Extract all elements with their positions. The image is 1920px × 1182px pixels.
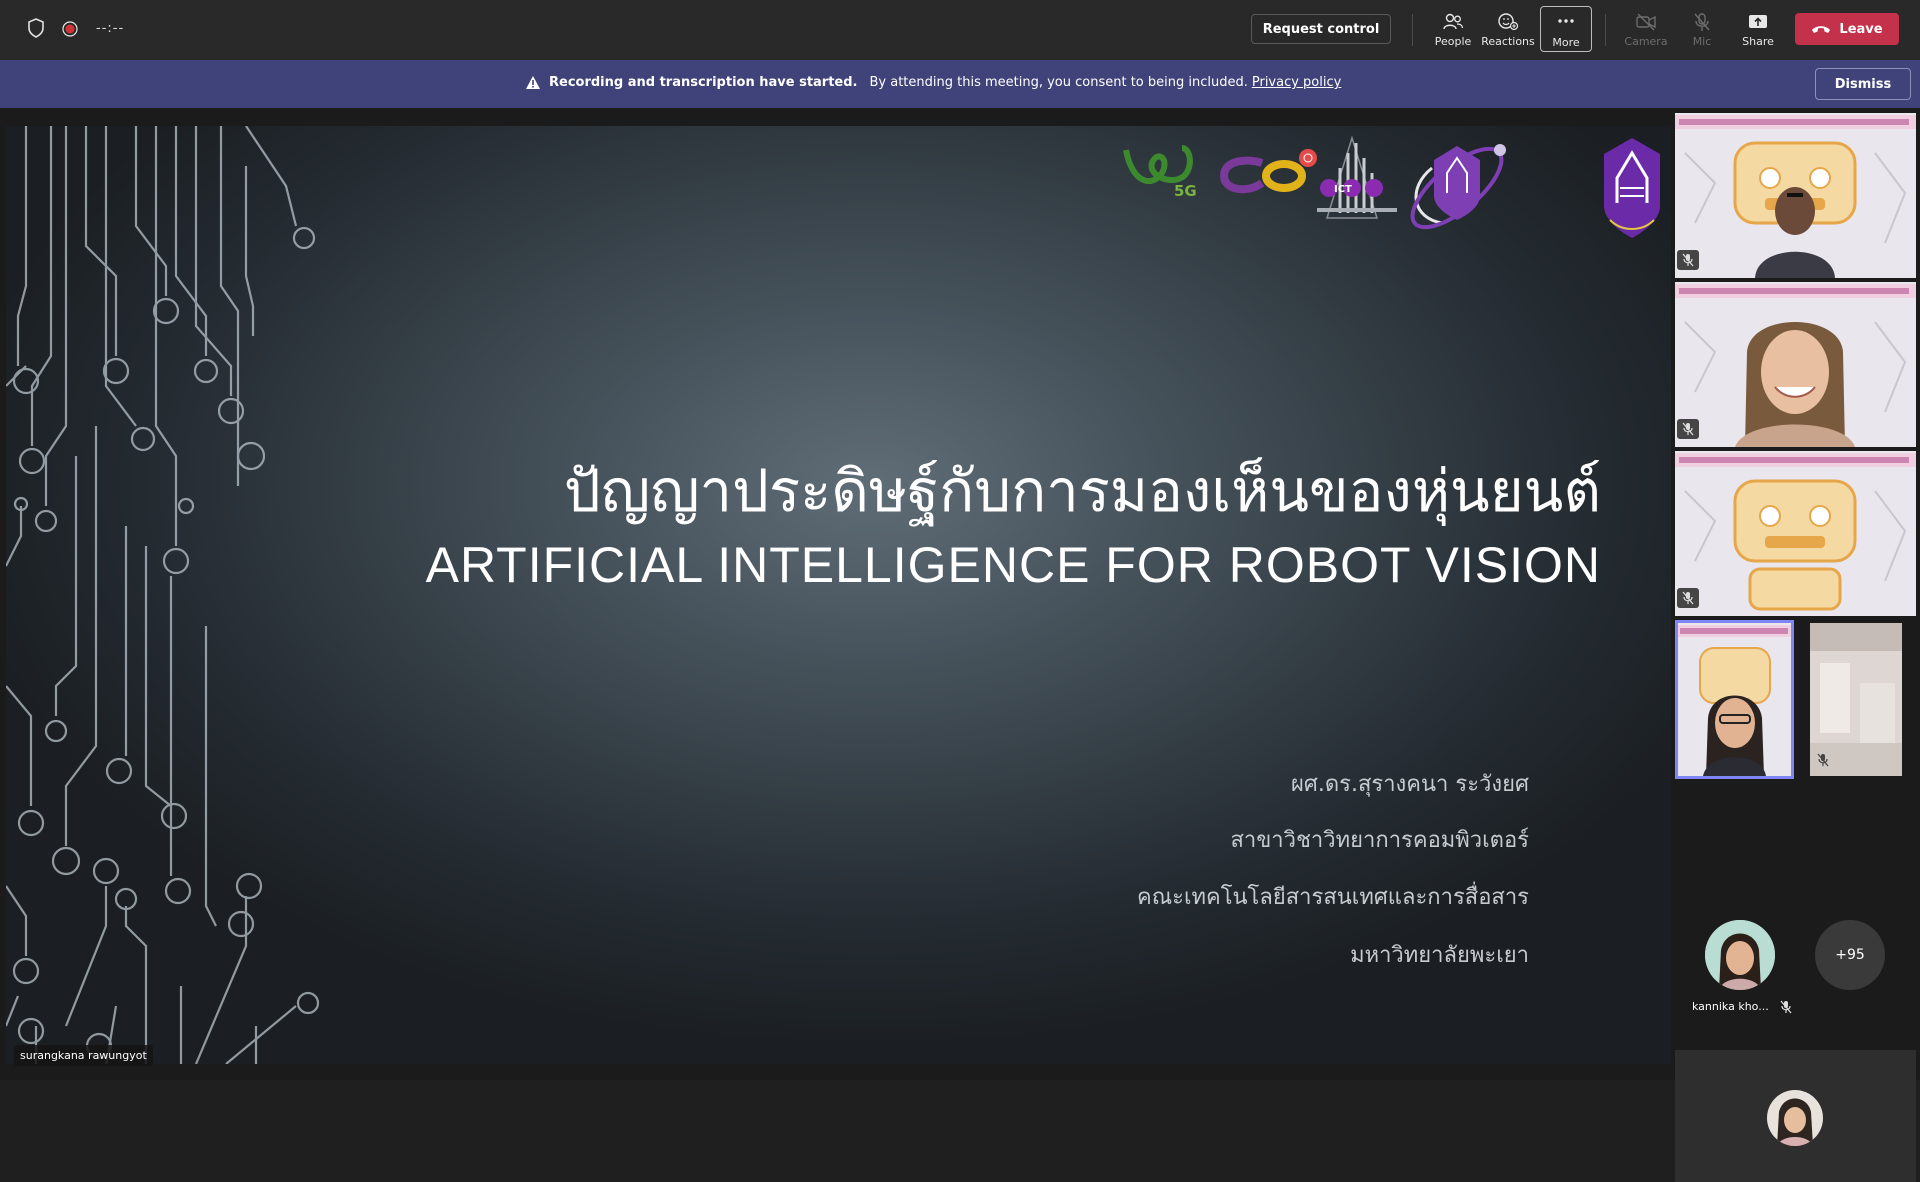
- meeting-stage: 5G ICT ปัญญาประดิษฐ์กับการมองเห็นของหุ่น…: [0, 108, 1920, 1182]
- more-participants-button[interactable]: +95: [1815, 920, 1885, 990]
- 5g-logo-text: 5G: [1174, 182, 1197, 200]
- university-logo-orbit: [1410, 144, 1506, 230]
- ict-logo-text: ICT: [1334, 184, 1352, 195]
- muted-mic-icon: [1677, 250, 1699, 270]
- camera-button[interactable]: Camera: [1620, 6, 1672, 52]
- slide-title-thai: ปัญญาประดิษฐ์กับการมองเห็นของหุ่นยนต์: [563, 457, 1601, 525]
- share-label: Share: [1742, 35, 1774, 48]
- people-label: People: [1434, 35, 1472, 48]
- more-label: More: [1552, 36, 1580, 49]
- ellipsis-icon: [1558, 19, 1574, 23]
- warning-icon: [526, 76, 540, 89]
- people-button[interactable]: People: [1427, 6, 1479, 52]
- meeting-toolbar: --:-- Request control People Reactions M…: [0, 0, 1920, 60]
- mic-button[interactable]: Mic: [1676, 6, 1728, 52]
- slide-author: ผศ.ดร.สุรางคนา ระวังยศ: [1291, 772, 1529, 797]
- self-avatar: [1767, 1090, 1823, 1146]
- share-icon: [1749, 15, 1767, 28]
- toolbar-divider: [1605, 14, 1606, 46]
- participant-video-feed: [1675, 282, 1916, 447]
- people-icon: [1443, 13, 1464, 30]
- hang-up-icon: [1812, 26, 1831, 33]
- camera-off-icon: [1636, 13, 1656, 31]
- toolbar-divider: [1412, 14, 1413, 46]
- recording-message: Recording and transcription have started…: [525, 75, 1341, 90]
- recording-indicator-icon: [62, 21, 78, 41]
- leave-button[interactable]: Leave: [1795, 13, 1899, 45]
- attendee-name-label: kannika kho...: [1692, 1000, 1792, 1014]
- ict-logo: ICT: [1317, 135, 1397, 219]
- participant-video-tile[interactable]: [1810, 623, 1902, 776]
- camera-label: Camera: [1624, 35, 1668, 48]
- more-button[interactable]: More: [1540, 6, 1592, 52]
- participant-video-feed: [1678, 623, 1791, 776]
- meeting-timer: --:--: [96, 21, 125, 36]
- mic-label: Mic: [1692, 35, 1712, 48]
- attendee-avatar[interactable]: [1705, 920, 1775, 990]
- muted-mic-icon: [1780, 1000, 1792, 1014]
- slide-university: มหาวิทยาลัยพะเยา: [1350, 943, 1529, 968]
- shield-icon[interactable]: [27, 18, 45, 42]
- participant-video-tile[interactable]: [1675, 451, 1916, 616]
- muted-mic-icon: [1677, 588, 1699, 608]
- participant-video-tile[interactable]: [1675, 282, 1916, 447]
- participant-video-feed: [1675, 113, 1916, 278]
- mic-off-icon: [1694, 13, 1710, 31]
- request-control-button[interactable]: Request control: [1251, 14, 1391, 44]
- presenter-name-label: surangkana rawungyot: [14, 1045, 153, 1066]
- participant-video-tile[interactable]: [1675, 620, 1794, 779]
- muted-mic-icon: [1812, 750, 1834, 770]
- dismiss-button[interactable]: Dismiss: [1815, 68, 1911, 100]
- reactions-label: Reactions: [1481, 35, 1535, 48]
- muted-mic-icon: [1677, 419, 1699, 439]
- circuit-board-decoration: [6, 126, 320, 1064]
- 5g-logo: 5G: [1123, 145, 1197, 200]
- consent-text: By attending this meeting, you consent t…: [869, 75, 1248, 90]
- recording-status-text: Recording and transcription have started…: [549, 75, 858, 90]
- go-logo: [1219, 149, 1317, 194]
- reactions-icon: [1498, 13, 1519, 31]
- attendee-name-text: kannika kho...: [1692, 1000, 1769, 1013]
- participant-video-feed: [1675, 451, 1916, 616]
- slide-department: สาขาวิชาวิทยาการคอมพิวเตอร์: [1230, 828, 1529, 853]
- share-button[interactable]: Share: [1732, 6, 1784, 52]
- slide-faculty: คณะเทคโนโลยีสารสนเทศและการสื่อสาร: [1137, 885, 1529, 910]
- shared-presentation-slide: 5G ICT ปัญญาประดิษฐ์กับการมองเห็นของหุ่น…: [6, 126, 1671, 1064]
- university-logo: [1604, 138, 1660, 238]
- reactions-button[interactable]: Reactions: [1481, 6, 1535, 52]
- recording-banner: Recording and transcription have started…: [0, 60, 1920, 108]
- slide-title-english: ARTIFICIAL INTELLIGENCE FOR ROBOT VISION: [425, 537, 1601, 593]
- participant-video-tile[interactable]: [1675, 113, 1916, 278]
- institution-logos: 5G ICT: [1123, 135, 1660, 238]
- privacy-policy-link[interactable]: Privacy policy: [1252, 75, 1341, 90]
- leave-label: Leave: [1839, 21, 1883, 37]
- self-view-tile[interactable]: [1675, 1050, 1916, 1182]
